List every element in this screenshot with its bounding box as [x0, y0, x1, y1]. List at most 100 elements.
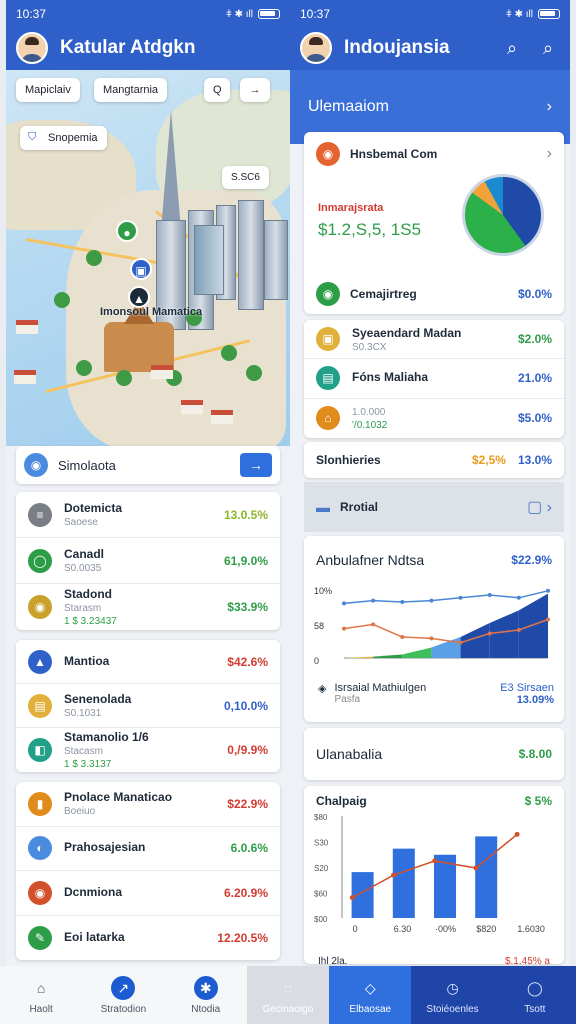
avatar[interactable]	[300, 32, 332, 64]
nav-schedule[interactable]: ◷ Stoiéoenles	[411, 966, 494, 1024]
list-item[interactable]: ◐ Prahosajesian 6.0.6%	[16, 827, 280, 871]
y-tick-label: $80	[314, 813, 328, 822]
list-item[interactable]: ▮ Pnolace Manaticao Boeiuo $22.9%	[16, 782, 280, 827]
list-item[interactable]: ≡ Dotemicta Saoese 13.0.5%	[16, 492, 280, 538]
item-name: Mantioa	[64, 653, 110, 668]
trend-point	[391, 872, 396, 878]
filter-chip-left[interactable]: Mapiclaiv	[16, 78, 80, 102]
item-value: $5.0%	[517, 411, 552, 426]
item-value: $22.9%	[227, 796, 268, 811]
assets-card-3: ▮ Pnolace Manaticao Boeiuo $22.9% ◐ Prahosaje…	[16, 782, 280, 960]
stats-label: Slonhieries	[316, 453, 381, 467]
status-time: 10:37	[16, 7, 47, 21]
bar-chart-card: Chalpaig $ 5% $80 S30 S20 $60 $00 0 6.30·00% $8…	[304, 786, 564, 966]
nav-explore[interactable]: ◌ Gecinaoigo	[246, 966, 330, 1024]
assets-card-1: ≡ Dotemicta Saoese 13.0.5% ◯ Canadl S0.0035 61,…	[16, 492, 280, 630]
item-icon: ◯	[28, 548, 52, 573]
item-icon: ▲	[28, 649, 52, 674]
area-segment	[402, 647, 432, 658]
list-item[interactable]: ◯ Canadl S0.0035 61,9.0%	[16, 538, 280, 584]
go-button[interactable]: →	[240, 453, 272, 477]
status-bar: 10:37 ǂ ✱ ıll	[6, 0, 290, 28]
globe-icon: ◌	[283, 979, 293, 996]
data-point	[546, 588, 550, 593]
data-point	[487, 631, 492, 636]
map-pin-icon[interactable]: ●	[116, 220, 138, 242]
data-point	[371, 622, 376, 627]
left-screen: 10:37 ǂ ✱ ıll Katular Atdgkn Mapiclaiv M…	[6, 0, 290, 966]
stats-row[interactable]: Slonhieries $2,5% 13.0%	[304, 442, 564, 478]
retail-row[interactable]: ▬ Rrotial ▢ ›	[304, 482, 564, 532]
bar-chart: $80 S30 S20 $60 $00 0 6.30 ·00% $820 1.6030	[314, 813, 545, 934]
trend-point	[473, 865, 479, 871]
compass-icon: ↗	[111, 975, 136, 1000]
battery-icon	[258, 9, 280, 19]
nav-strategy[interactable]: ↗ Stratodion	[82, 966, 165, 1024]
y-tick-label: S30	[314, 839, 329, 848]
chart-footer-right: $.1.45% a	[504, 956, 550, 966]
item-name: Stamanolio 1/6	[64, 730, 149, 744]
list-item[interactable]: ◉ Stadond Starasm 1 $ 3.23437 $33.9%	[16, 584, 280, 630]
location-result-bar[interactable]: ◉ Simolaota →	[16, 446, 280, 484]
map-pin-icon[interactable]: ▣	[130, 258, 152, 280]
summary-title: Hnsbemal Com	[350, 147, 438, 161]
chevron-right-icon[interactable]: ▢ ›	[527, 497, 552, 517]
summary-card[interactable]: ◉ Hnsbemal Com › Inmarajsrata $1.2,S,5, …	[304, 132, 564, 314]
summary-footer-label: Cemajirtreg	[350, 287, 417, 301]
list-item[interactable]: ◉ Dcnmiona 6.20.9%	[16, 871, 280, 916]
trend-point	[432, 858, 438, 864]
item-name: Syeaendard Madan	[352, 325, 462, 340]
item-value: $42.6%	[227, 654, 268, 669]
battery-icon	[538, 9, 560, 19]
area-segment	[489, 610, 519, 658]
place-chip[interactable]: ⛉ Snopemia	[20, 126, 107, 150]
list-item[interactable]: ▤ Senenolada S0.1031 0,10.0%	[16, 684, 280, 728]
allocation-donut	[462, 174, 544, 256]
list-item[interactable]: ▤ Fóns Maliahа 21.0%	[304, 359, 564, 399]
item-icon: ▮	[28, 791, 52, 816]
list-item[interactable]: ▣ Syeaendard Madan S0.3CX $2.0%	[304, 320, 564, 360]
list-item[interactable]: ▲ Mantioa $42.6%	[16, 640, 280, 684]
item-icon: ◧	[28, 738, 52, 762]
list-item[interactable]: ◧ Stamanolio 1/6 Stacasm 1 $ 3.3137 0,/9.9%	[16, 728, 280, 772]
banner-label: Ulemaaiom	[308, 98, 389, 115]
trend-point	[349, 895, 355, 901]
location-name: Simolaota	[58, 457, 116, 473]
item-name: Prahosajesian	[64, 840, 146, 855]
search-icon[interactable]: ⌕	[500, 38, 524, 59]
price-tag[interactable]: S.SC6	[222, 166, 269, 189]
chart-value: $22.9%	[511, 553, 552, 567]
bar	[351, 872, 374, 918]
item-icon: ⌂	[316, 406, 340, 431]
chevron-right-icon[interactable]: ›	[547, 145, 552, 163]
nav-media[interactable]: ✱ Ntodia	[164, 966, 247, 1024]
map-pin-icon[interactable]: ▲	[128, 286, 150, 308]
legend-right: E3 Sirsaen	[500, 682, 554, 694]
chevron-right-icon: ›	[546, 98, 552, 115]
list-item[interactable]: ⌂ 1.0.000 '/0.1032 $5.0%	[304, 399, 564, 438]
assets-card-2: ▲ Mantioa $42.6% ▤ Senenolada S0.1031 0,10.0% ◧…	[16, 640, 280, 772]
nav-markets[interactable]: ◇ Elbaosae	[329, 966, 412, 1024]
data-point	[487, 593, 492, 597]
stats-value-2: 13.0%	[517, 453, 552, 467]
item-icon: ◉	[28, 880, 52, 905]
avatar[interactable]	[16, 32, 48, 64]
item-subtitle: 1.0.000	[352, 407, 386, 419]
filter-chip-mid[interactable]: Mangtarnia	[94, 78, 168, 102]
item-value: 6.20.9%	[223, 885, 268, 900]
item-icon: ▣	[316, 327, 340, 352]
nav-profile[interactable]: ◯ Tsott	[493, 966, 576, 1024]
search-icon-2[interactable]: ⌕	[536, 38, 560, 59]
city-map[interactable]: Mapiclaiv Mangtarnia Q → ⛉ Snopemia S.SC…	[6, 70, 290, 446]
data-point	[400, 635, 405, 639]
summary-footer-value: $0.0%	[517, 287, 552, 301]
item-extra: 1 $ 3.23437	[64, 616, 117, 627]
summary-caption: Inmarajsrata	[318, 202, 384, 214]
x-tick-label: $820	[476, 924, 496, 934]
map-search-button[interactable]: Q	[204, 78, 230, 102]
mid-row[interactable]: Ulanabalia $.8.00	[304, 728, 564, 780]
nav-home[interactable]: ⌂ Haolt	[0, 966, 83, 1024]
item-icon: ✎	[28, 925, 52, 950]
map-directions-button[interactable]: →	[240, 78, 270, 102]
list-item[interactable]: ✎ Eoi latarka 12.20.5%	[16, 916, 280, 961]
